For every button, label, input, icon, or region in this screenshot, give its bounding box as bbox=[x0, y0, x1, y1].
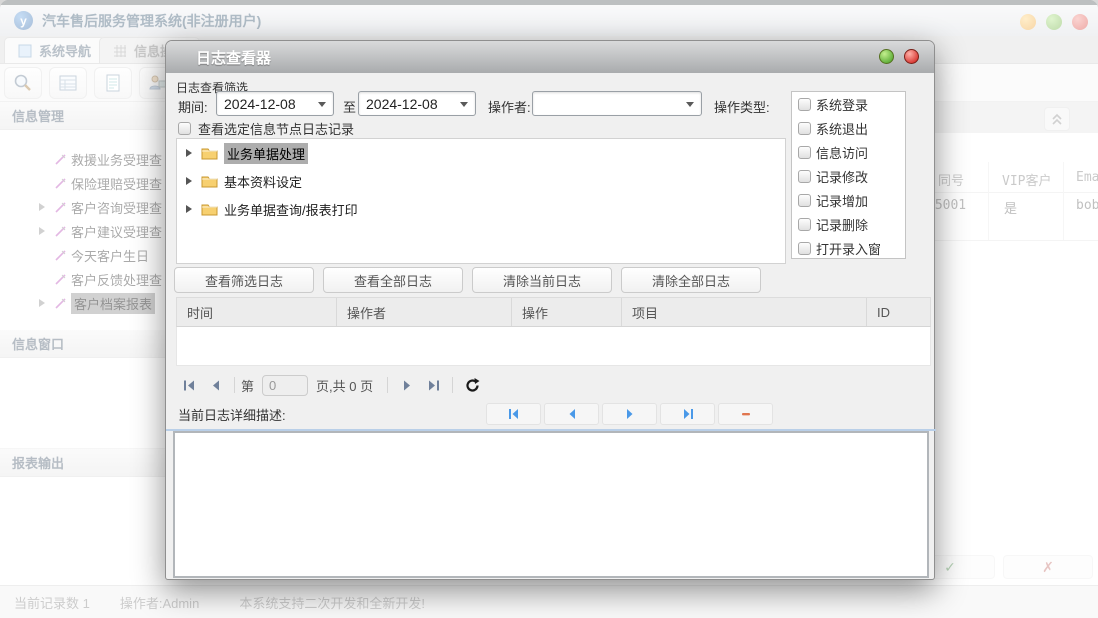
col-time[interactable]: 时间 bbox=[177, 298, 337, 326]
last-page-button[interactable] bbox=[420, 379, 446, 392]
clear-current-logs-button[interactable]: 清除当前日志 bbox=[472, 267, 612, 293]
date-from-value: 2024-12-08 bbox=[224, 96, 296, 112]
page-suffix: 页,共 0 页 bbox=[316, 376, 373, 395]
detail-description-textarea[interactable] bbox=[173, 431, 929, 578]
col-item[interactable]: 项目 bbox=[622, 298, 867, 326]
log-table-header: 时间 操作者 操作 项目 ID bbox=[176, 297, 931, 327]
refresh-button[interactable] bbox=[459, 378, 485, 393]
op-type-option[interactable]: 记录增加 bbox=[792, 188, 905, 212]
tree-node-query-report[interactable]: 业务单据查询/报表打印 bbox=[177, 195, 785, 223]
col-operator[interactable]: 操作者 bbox=[337, 298, 512, 326]
last-page-icon bbox=[427, 379, 440, 392]
detail-last-button[interactable] bbox=[660, 403, 715, 425]
minus-icon bbox=[740, 408, 752, 420]
first-page-icon bbox=[183, 379, 196, 392]
first-record-icon bbox=[508, 408, 520, 420]
op-type-option[interactable]: 系统登录 bbox=[792, 92, 905, 116]
folder-icon bbox=[201, 146, 218, 160]
col-id[interactable]: ID bbox=[867, 298, 930, 326]
refresh-icon bbox=[465, 378, 480, 393]
op-type-option[interactable]: 记录删除 bbox=[792, 212, 905, 236]
clear-all-logs-button[interactable]: 清除全部日志 bbox=[621, 267, 761, 293]
folder-icon bbox=[201, 202, 218, 216]
dialog-titlebar[interactable]: 日志查看器 bbox=[166, 41, 934, 73]
page-prefix: 第 bbox=[241, 376, 254, 395]
detail-prev-button[interactable] bbox=[544, 403, 599, 425]
date-to-select[interactable]: 2024-12-08 bbox=[358, 91, 476, 116]
checkbox[interactable] bbox=[798, 170, 811, 183]
expand-arrow-icon[interactable] bbox=[185, 204, 193, 214]
operator-label: 操作者: bbox=[488, 97, 531, 116]
detail-remove-button[interactable] bbox=[718, 403, 773, 425]
first-page-button[interactable] bbox=[176, 379, 202, 392]
date-to-value: 2024-12-08 bbox=[366, 96, 438, 112]
prev-page-button[interactable] bbox=[202, 379, 228, 392]
log-viewer-dialog: 日志查看器 日志查看筛选 期间: 2024-12-08 至 2024-12-08… bbox=[165, 40, 935, 580]
period-label: 期间: bbox=[178, 97, 208, 116]
folder-icon bbox=[201, 174, 218, 188]
log-table: 时间 操作者 操作 项目 ID bbox=[176, 297, 931, 366]
checkbox[interactable] bbox=[798, 122, 811, 135]
view-all-logs-button[interactable]: 查看全部日志 bbox=[323, 267, 463, 293]
op-type-option[interactable]: 信息访问 bbox=[792, 140, 905, 164]
checkbox[interactable] bbox=[798, 194, 811, 207]
log-pager: 第 页,共 0 页 bbox=[176, 371, 931, 399]
view-filtered-logs-button[interactable]: 查看筛选日志 bbox=[174, 267, 314, 293]
detail-label: 当前日志详细描述: bbox=[178, 405, 286, 424]
op-type-option[interactable]: 打开录入窗 bbox=[792, 236, 905, 260]
dialog-minimize-button[interactable] bbox=[879, 49, 894, 64]
expand-arrow-icon[interactable] bbox=[185, 148, 193, 158]
log-node-tree: 业务单据处理 基本资料设定 业务单据查询/报表打印 bbox=[176, 138, 786, 264]
checkbox[interactable] bbox=[178, 122, 191, 135]
op-type-option[interactable]: 记录修改 bbox=[792, 164, 905, 188]
detail-next-button[interactable] bbox=[602, 403, 657, 425]
col-operation[interactable]: 操作 bbox=[512, 298, 622, 326]
prev-page-icon bbox=[209, 379, 222, 392]
chevron-down-icon bbox=[686, 102, 694, 107]
node-filter-option[interactable]: 查看选定信息节点日志记录 bbox=[178, 119, 354, 138]
next-page-icon bbox=[401, 379, 414, 392]
checkbox[interactable] bbox=[798, 218, 811, 231]
op-type-listbox: 系统登录 系统退出 信息访问 记录修改 记录增加 记录删除 打开录入窗 bbox=[791, 91, 906, 259]
operator-select[interactable] bbox=[532, 91, 702, 116]
application-window: y 汽车售后服务管理系统(非注册用户) 系统导航 信息操作 bbox=[0, 0, 1098, 618]
chevron-down-icon bbox=[318, 102, 326, 107]
dialog-title: 日志查看器 bbox=[196, 47, 271, 68]
page-number-input[interactable] bbox=[262, 375, 308, 396]
to-label: 至 bbox=[343, 97, 356, 116]
last-record-icon bbox=[682, 408, 694, 420]
log-table-empty-row bbox=[176, 327, 931, 366]
prev-record-icon bbox=[566, 408, 578, 420]
tree-node-business-docs[interactable]: 业务单据处理 bbox=[177, 139, 785, 167]
dialog-close-button[interactable] bbox=[904, 49, 919, 64]
node-filter-label: 查看选定信息节点日志记录 bbox=[198, 119, 354, 138]
op-type-option[interactable]: 系统退出 bbox=[792, 116, 905, 140]
chevron-down-icon bbox=[460, 102, 468, 107]
op-type-label: 操作类型: bbox=[714, 97, 770, 116]
expand-arrow-icon[interactable] bbox=[185, 176, 193, 186]
date-from-select[interactable]: 2024-12-08 bbox=[216, 91, 334, 116]
checkbox[interactable] bbox=[798, 146, 811, 159]
checkbox[interactable] bbox=[798, 242, 811, 255]
dialog-action-bar: 查看筛选日志 查看全部日志 清除当前日志 清除全部日志 bbox=[174, 267, 761, 293]
next-page-button[interactable] bbox=[394, 379, 420, 392]
detail-first-button[interactable] bbox=[486, 403, 541, 425]
tree-node-basic-data[interactable]: 基本资料设定 bbox=[177, 167, 785, 195]
detail-header-row: 当前日志详细描述: bbox=[166, 401, 936, 427]
next-record-icon bbox=[624, 408, 636, 420]
checkbox[interactable] bbox=[798, 98, 811, 111]
